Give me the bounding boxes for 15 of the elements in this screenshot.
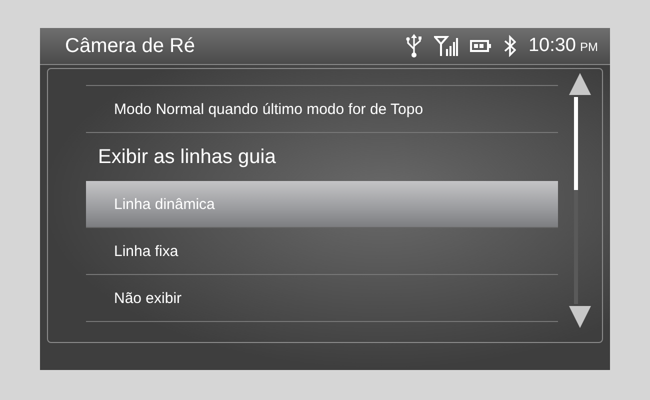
menu-item[interactable]: Linha fixa <box>86 228 558 275</box>
scrollbar[interactable] <box>574 97 578 304</box>
section-heading: Exibir as linhas guia <box>97 144 277 170</box>
bluetooth-icon <box>504 35 516 57</box>
scroll-up-icon[interactable] <box>569 73 591 95</box>
menu-item[interactable]: Modo Normal quando último modo for de Topo <box>86 86 558 133</box>
screen-title: Câmera de Ré <box>65 34 196 58</box>
scroll-thumb[interactable] <box>574 97 578 190</box>
signal-icon <box>434 35 458 57</box>
clock-period: PM <box>580 40 598 54</box>
scroll-down-icon[interactable] <box>569 306 591 328</box>
battery-icon <box>470 40 492 52</box>
menu-item[interactable]: Não exibir <box>86 275 558 322</box>
usb-icon <box>406 34 422 58</box>
clock-time: 10:30 <box>528 35 576 57</box>
